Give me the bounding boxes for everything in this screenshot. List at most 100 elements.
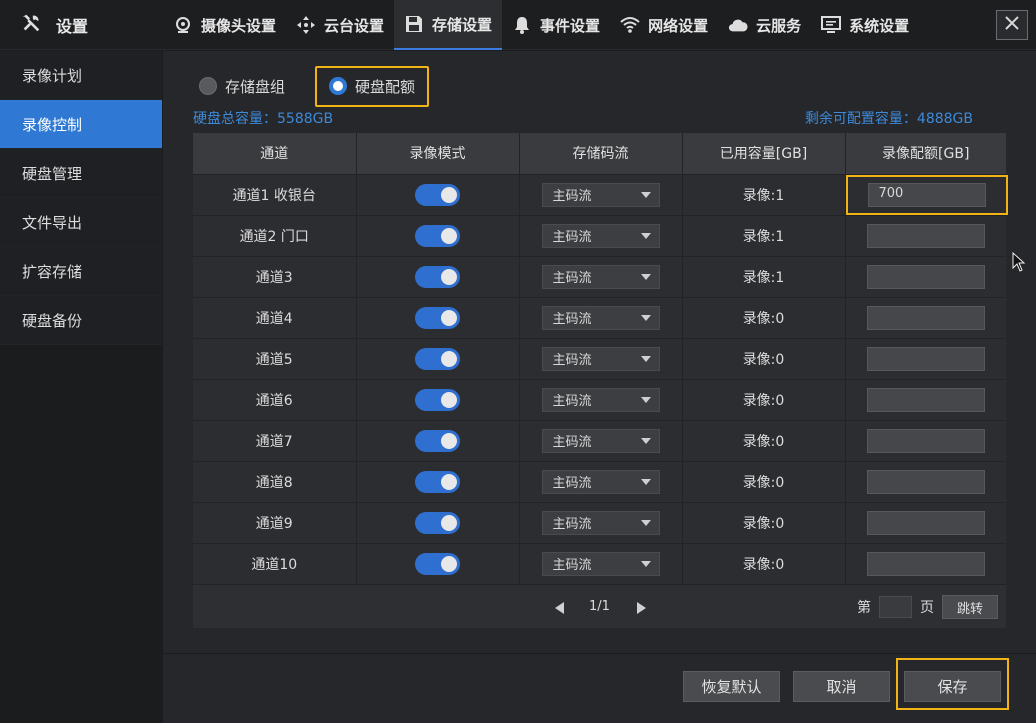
stream-value: 主码流 <box>552 230 592 245</box>
record-mode-toggle[interactable] <box>415 552 460 575</box>
used-cell: 录像:0 <box>682 297 846 339</box>
wrench-screwdriver-icon <box>20 12 42 38</box>
page-number-input[interactable] <box>879 596 912 618</box>
record-mode-toggle[interactable] <box>415 470 460 493</box>
chevron-down-icon <box>640 355 651 362</box>
stream-cell: 主码流 <box>519 256 683 298</box>
stream-select[interactable]: 主码流 <box>541 387 660 412</box>
sidebar-item-record-schedule[interactable]: 录像计划 <box>0 51 162 100</box>
header-quota: 录像配额[GB] <box>845 133 1006 175</box>
quota-input[interactable] <box>866 551 985 576</box>
quota-input[interactable] <box>866 387 985 412</box>
stream-value: 主码流 <box>552 517 592 532</box>
total-capacity: 硬盘总容量：5588GB <box>193 111 334 127</box>
prev-page-icon[interactable] <box>555 602 564 614</box>
sidebar-item-file-export[interactable]: 文件导出 <box>0 198 162 247</box>
table-row: 通道1 收银台 主码流 录像:1 700 <box>193 174 1008 216</box>
record-mode-toggle[interactable] <box>415 347 460 370</box>
tab-label: 云服务 <box>756 16 802 35</box>
stream-cell: 主码流 <box>519 297 683 339</box>
monitor-icon <box>821 15 842 35</box>
save-button[interactable]: 保存 <box>904 671 1001 702</box>
chevron-down-icon <box>640 478 651 485</box>
stream-select[interactable]: 主码流 <box>541 551 660 576</box>
tab-label: 事件设置 <box>540 16 601 35</box>
remaining-capacity: 剩余可配置容量：4888GB <box>804 111 973 127</box>
header-used: 已用容量[GB] <box>682 133 846 175</box>
floppy-disk-icon <box>404 14 424 34</box>
quota-input[interactable] <box>866 264 985 289</box>
radio-disk-quota[interactable]: 硬盘配额 <box>315 65 430 107</box>
quota-input[interactable]: 700 <box>867 182 986 207</box>
record-mode-cell <box>356 502 520 544</box>
quota-cell <box>845 215 1006 257</box>
tab-storage[interactable]: 存储设置 <box>394 0 503 50</box>
table-header-row: 通道 录像模式 存储码流 已用容量[GB] 录像配额[GB] <box>193 133 1006 175</box>
record-mode-toggle[interactable] <box>415 224 460 247</box>
channel-cell: 通道8 <box>193 461 357 503</box>
record-mode-cell <box>356 256 520 298</box>
jump-button[interactable]: 跳转 <box>942 595 998 619</box>
channel-cell: 通道10 <box>193 543 357 585</box>
stream-select[interactable]: 主码流 <box>541 223 660 248</box>
stream-select[interactable]: 主码流 <box>541 182 660 207</box>
used-cell: 录像:0 <box>682 379 846 421</box>
tab-cloud[interactable]: 云服务 <box>718 0 811 50</box>
quota-input[interactable] <box>866 305 985 330</box>
stream-cell: 主码流 <box>519 379 683 421</box>
tab-label: 摄像头设置 <box>201 16 277 35</box>
sidebar-item-disk-management[interactable]: 硬盘管理 <box>0 149 162 198</box>
tab-event[interactable]: 事件设置 <box>502 0 610 50</box>
sidebar-item-expand-storage[interactable]: 扩容存储 <box>0 247 162 296</box>
stream-select[interactable]: 主码流 <box>541 469 660 494</box>
tab-system[interactable]: 系统设置 <box>811 0 919 50</box>
app-title-label: 设置 <box>56 17 89 36</box>
stream-select[interactable]: 主码流 <box>541 428 660 453</box>
record-mode-toggle[interactable] <box>415 183 460 206</box>
radio-disk-group[interactable]: 存储盘组 <box>199 76 285 97</box>
stream-select[interactable]: 主码流 <box>541 346 660 371</box>
quota-input[interactable] <box>866 346 985 371</box>
record-mode-cell <box>356 338 520 380</box>
tab-network[interactable]: 网络设置 <box>610 0 718 50</box>
record-mode-toggle[interactable] <box>415 429 460 452</box>
stream-select[interactable]: 主码流 <box>541 510 660 535</box>
next-page-icon[interactable] <box>637 602 646 614</box>
quota-input[interactable] <box>866 510 985 535</box>
stream-select[interactable]: 主码流 <box>541 264 660 289</box>
top-bar: 设置 摄像头设置 云台设置 存储设置 事件设置 网络设置 云服务 系统设置 <box>0 0 1036 50</box>
used-cell: 录像:0 <box>682 543 846 585</box>
table-row: 通道4 主码流 录像:0 <box>193 297 1006 339</box>
record-mode-cell <box>356 215 520 257</box>
quota-input[interactable] <box>866 428 985 453</box>
stream-value: 主码流 <box>552 353 592 368</box>
table-row: 通道6 主码流 录像:0 <box>193 379 1006 421</box>
sidebar-item-label: 扩容存储 <box>22 262 83 281</box>
quota-input[interactable] <box>866 223 985 248</box>
channel-cell: 通道1 收银台 <box>193 174 357 216</box>
record-mode-toggle[interactable] <box>415 265 460 288</box>
stream-select[interactable]: 主码流 <box>541 305 660 330</box>
quota-input[interactable] <box>866 469 985 494</box>
wifi-icon <box>620 15 640 35</box>
sidebar-item-record-control[interactable]: 录像控制 <box>0 100 162 149</box>
ptz-arrows-icon <box>296 15 316 35</box>
record-mode-toggle[interactable] <box>415 306 460 329</box>
chevron-down-icon <box>640 232 651 239</box>
quota-cell <box>845 256 1006 298</box>
tab-label: 网络设置 <box>648 16 709 35</box>
record-mode-toggle[interactable] <box>415 388 460 411</box>
cancel-button[interactable]: 取消 <box>793 671 890 702</box>
record-mode-toggle[interactable] <box>415 511 460 534</box>
stream-value: 主码流 <box>552 189 592 204</box>
quota-cell <box>845 338 1006 380</box>
restore-default-button[interactable]: 恢复默认 <box>683 671 780 702</box>
tab-camera[interactable]: 摄像头设置 <box>163 0 286 50</box>
app-title: 设置 <box>0 0 163 50</box>
close-button[interactable] <box>996 10 1028 40</box>
page-indicator: 1/1 <box>589 599 610 614</box>
camera-icon <box>173 15 193 35</box>
sidebar-item-disk-backup[interactable]: 硬盘备份 <box>0 296 162 345</box>
radio-label: 硬盘配额 <box>355 77 416 96</box>
tab-ptz[interactable]: 云台设置 <box>286 0 394 50</box>
